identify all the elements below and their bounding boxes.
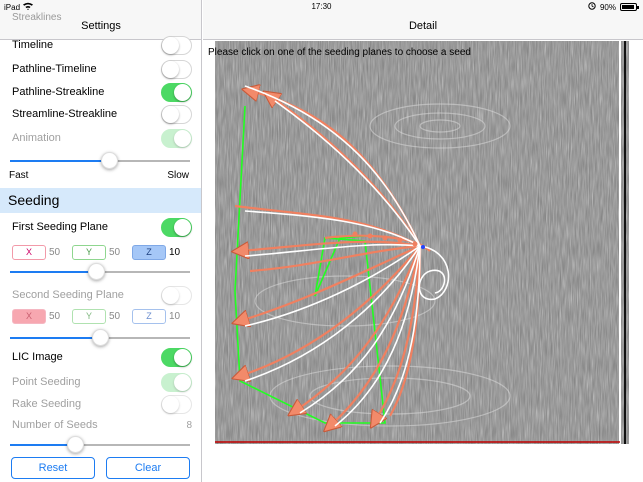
- flow-visualization-canvas[interactable]: [215, 41, 629, 444]
- seeding-section-header: Seeding: [0, 188, 201, 213]
- second-plane-slider-knob[interactable]: [91, 329, 109, 346]
- animation-toggle[interactable]: [161, 128, 192, 148]
- second-plane-x-value: 50: [49, 310, 61, 322]
- instruction-text: Please click on one of the seeding plane…: [208, 47, 471, 58]
- row-number-of-seeds: Number of Seeds 8: [12, 414, 192, 436]
- second-plane-z-button[interactable]: Z: [132, 308, 166, 324]
- second-plane-y-button[interactable]: Y: [72, 308, 106, 324]
- first-plane-slider[interactable]: [10, 262, 190, 282]
- first-plane-slider-knob[interactable]: [88, 263, 106, 280]
- speed-slider[interactable]: [10, 151, 190, 171]
- streamline-streakline-toggle[interactable]: [161, 104, 192, 124]
- battery-icon: [620, 3, 639, 11]
- battery-percent: 90%: [599, 2, 616, 12]
- clear-button[interactable]: Clear: [106, 457, 190, 479]
- row-label: LIC Image: [12, 351, 63, 363]
- row-label: Point Seeding: [12, 376, 81, 388]
- clock: 17:30: [311, 2, 332, 11]
- row-second-seeding-plane: Second Seeding Plane: [12, 284, 192, 306]
- rake-seeding-toggle[interactable]: [161, 394, 192, 414]
- first-seeding-plane-toggle[interactable]: [161, 217, 192, 237]
- pathline-streakline-toggle[interactable]: [161, 82, 192, 102]
- second-plane-x-button[interactable]: X: [12, 308, 46, 324]
- first-plane-coordinates: X 50 Y 50 Z 10: [12, 244, 192, 260]
- point-seeding-toggle[interactable]: [161, 372, 192, 392]
- row-point-seeding: Point Seeding: [12, 371, 192, 393]
- slow-label: Slow: [167, 170, 189, 181]
- status-bar: iPad 17:30 90%: [0, 0, 643, 14]
- speed-labels: Fast Slow: [9, 170, 189, 181]
- row-label: Timeline: [12, 39, 54, 51]
- row-streamline-streakline: Streamline-Streakline: [12, 103, 192, 125]
- fast-label: Fast: [9, 170, 29, 181]
- settings-sidebar: Streaklines Settings Timeline Pathline-T…: [0, 0, 202, 482]
- row-label: Pathline-Timeline: [12, 63, 97, 75]
- first-plane-y-value: 50: [109, 246, 121, 258]
- reset-button[interactable]: Reset: [11, 457, 95, 479]
- lic-flow-image: [215, 41, 629, 444]
- first-plane-z-value: 10: [169, 246, 181, 258]
- number-of-seeds-value: 8: [186, 419, 192, 431]
- second-plane-z-value: 10: [169, 310, 181, 322]
- lic-image-toggle[interactable]: [161, 347, 192, 367]
- first-plane-y-button[interactable]: Y: [72, 244, 106, 260]
- row-label: Rake Seeding: [12, 398, 82, 410]
- row-label: Pathline-Streakline: [12, 86, 105, 98]
- first-plane-z-button[interactable]: Z: [132, 244, 166, 260]
- pathline-timeline-toggle[interactable]: [161, 59, 192, 79]
- row-label: Number of Seeds: [12, 419, 98, 431]
- row-lic-image: LIC Image: [12, 346, 192, 368]
- row-pathline-timeline: Pathline-Timeline: [12, 58, 192, 80]
- sidebar-title: Settings: [81, 20, 121, 32]
- row-label: Streamline-Streakline: [12, 108, 118, 120]
- row-first-seeding-plane: First Seeding Plane: [12, 216, 192, 238]
- second-plane-coordinates: X 50 Y 50 Z 10: [12, 308, 192, 324]
- first-plane-x-value: 50: [49, 246, 61, 258]
- second-plane-y-value: 50: [109, 310, 121, 322]
- number-of-seeds-slider[interactable]: [10, 435, 190, 455]
- number-of-seeds-slider-knob[interactable]: [67, 436, 85, 453]
- row-label: Animation: [12, 132, 61, 144]
- first-plane-x-button[interactable]: X: [12, 244, 46, 260]
- row-rake-seeding: Rake Seeding: [12, 393, 192, 415]
- row-pathline-streakline: Pathline-Streakline: [12, 81, 192, 103]
- timeline-toggle[interactable]: [161, 35, 192, 55]
- row-timeline: Timeline: [12, 34, 192, 56]
- row-label: Second Seeding Plane: [12, 289, 124, 301]
- second-plane-slider[interactable]: [10, 328, 190, 348]
- row-animation: Animation: [12, 127, 192, 149]
- second-seeding-plane-toggle[interactable]: [161, 285, 192, 305]
- row-label: First Seeding Plane: [12, 221, 108, 233]
- speed-slider-knob[interactable]: [101, 152, 119, 169]
- alarm-icon: [588, 2, 596, 12]
- detail-title: Detail: [408, 20, 438, 32]
